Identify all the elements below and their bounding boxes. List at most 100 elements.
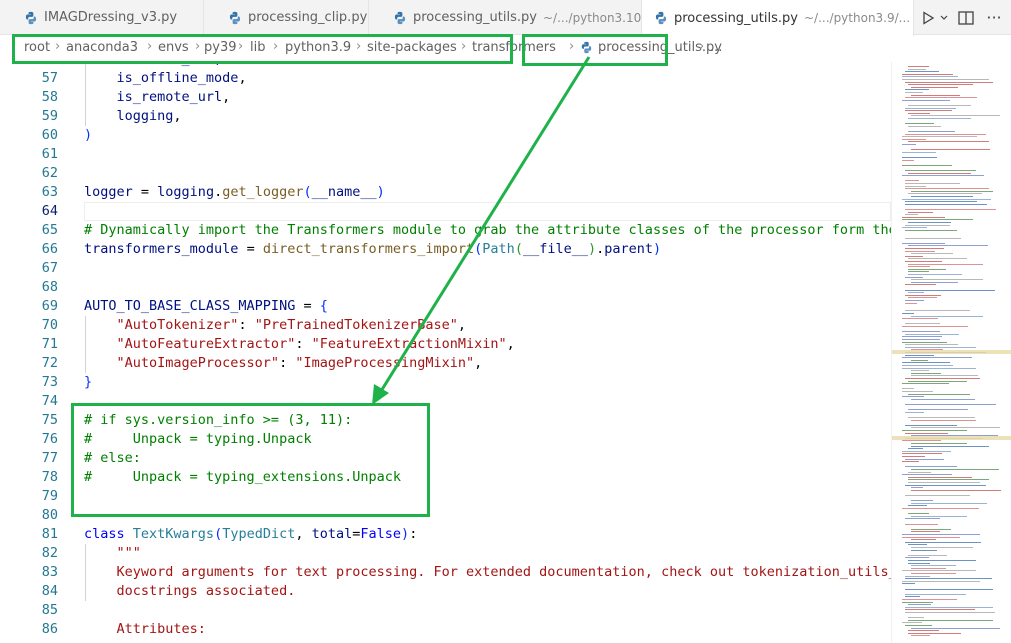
code-token: ,	[222, 89, 231, 105]
minimap-line	[908, 560, 976, 561]
breadcrumb-file-highlight	[522, 34, 668, 66]
code-line[interactable]: 85	[0, 601, 891, 620]
minimap-line	[908, 68, 926, 70]
line-number: 82	[41, 545, 58, 561]
minimap-line	[905, 289, 995, 291]
minimap-line	[908, 141, 989, 143]
minimap-line	[908, 172, 971, 174]
code-line[interactable]: 72 "AutoImageProcessor": "ImageProcessin…	[0, 354, 891, 373]
code-line[interactable]: 59 logging,	[0, 107, 891, 126]
code-token: )	[587, 241, 597, 257]
minimap-line	[908, 263, 983, 265]
code-line[interactable]: 82 """	[0, 544, 891, 563]
line-number: 64	[41, 203, 58, 219]
tab-processing-utils-py310[interactable]: processing_utils.py ~/.../python3.10/...	[369, 0, 642, 35]
code-text: Attributes:	[84, 620, 206, 639]
line-number: 66	[41, 241, 58, 257]
current-line-highlight	[84, 202, 891, 221]
code-line[interactable]: 60)	[0, 126, 891, 145]
minimap-line	[911, 565, 956, 567]
minimap-line	[902, 318, 938, 320]
code-line[interactable]: 66 transformers_module = direct_transform…	[0, 240, 891, 259]
minimap-line	[905, 183, 960, 184]
line-number: 57	[41, 70, 58, 86]
line-number: 61	[41, 146, 58, 162]
minimap-line	[905, 346, 976, 348]
code-token: ,	[457, 317, 467, 333]
code-line[interactable]: 71 "AutoFeatureExtractor": "FeatureExtra…	[0, 335, 891, 354]
minimap-line	[911, 567, 946, 569]
minimap-line	[902, 157, 937, 158]
code-line[interactable]: 68	[0, 278, 891, 297]
minimap-line	[905, 578, 992, 580]
minimap-line	[908, 297, 937, 299]
minimap-line	[905, 575, 930, 577]
minimap-line	[902, 570, 976, 572]
breadcrumb-symbol[interactable]: ...	[710, 40, 722, 55]
code-token: __name__	[311, 184, 377, 200]
tab-processing-utils-py39[interactable]: processing_utils.py ~/.../python3.9/... …	[642, 0, 914, 36]
minimap-line	[908, 84, 973, 86]
minimap-line	[902, 430, 967, 431]
minimap-line	[905, 97, 977, 99]
code-line[interactable]: 83 Keyword arguments for text processing…	[0, 563, 891, 582]
minimap-line	[905, 518, 940, 520]
python-icon	[655, 11, 667, 25]
minimap-line	[902, 534, 980, 535]
code-line[interactable]: 67	[0, 259, 891, 278]
tab-processing-clip[interactable]: processing_clip.py	[204, 0, 369, 35]
code-token: __file__	[522, 241, 588, 257]
chevron-right-icon: ›	[699, 39, 705, 54]
minimap-line	[911, 398, 975, 400]
code-token: logging	[84, 108, 174, 124]
minimap[interactable]	[891, 62, 1011, 643]
minimap-line	[905, 110, 952, 112]
minimap-line	[902, 164, 952, 166]
code-token: ,	[474, 355, 483, 371]
tab-imagdressing[interactable]: IMAGDressing_v3.py	[0, 0, 204, 35]
code-token: class	[84, 526, 125, 542]
code-line[interactable]: 58 is_remote_url,	[0, 88, 891, 107]
code-editor[interactable]: 56 download_url,57 is_offline_mode,58 is…	[0, 62, 891, 643]
run-icon[interactable]	[917, 7, 939, 29]
line-number: 65	[41, 222, 58, 238]
code-line[interactable]: 63 logger = logging.get_logger(__name__)	[0, 183, 891, 202]
chevron-down-icon[interactable]	[939, 7, 949, 29]
code-line[interactable]: 70 "AutoTokenizer": "PreTrainedTokenizer…	[0, 316, 891, 335]
minimap-line	[911, 86, 958, 88]
minimap-line	[905, 523, 938, 525]
code-line[interactable]: 73}	[0, 373, 891, 392]
minimap-line	[911, 502, 987, 504]
minimap-line	[911, 515, 967, 517]
code-line[interactable]: 62	[0, 164, 891, 183]
code-line[interactable]: 57 is_offline_mode,	[0, 69, 891, 88]
minimap-line	[905, 541, 981, 543]
code-line[interactable]: 61	[0, 145, 891, 164]
code-line[interactable]: 84 docstrings associated.	[0, 582, 891, 601]
code-text: "AutoImageProcessor": "ImageProcessingMi…	[84, 354, 483, 373]
code-token: direct_transformers_import	[262, 241, 475, 257]
indent-guide	[85, 544, 86, 601]
minimap-line	[902, 326, 968, 327]
line-number: 77	[41, 450, 58, 466]
more-icon[interactable]: ···	[983, 7, 1005, 29]
line-number: 67	[41, 260, 58, 276]
code-line[interactable]: 81 class TextKwargs(TypedDict, total=Fals…	[0, 525, 891, 544]
code-line[interactable]: 64	[0, 202, 891, 221]
minimap-line	[908, 393, 970, 395]
code-line[interactable]: 69 AUTO_TO_BASE_CLASS_MAPPING = {	[0, 297, 891, 316]
code-token: :	[409, 526, 418, 542]
code-line[interactable]: 86 Attributes:	[0, 620, 891, 639]
python-icon	[25, 11, 37, 24]
code-line[interactable]: 65 # Dynamically import the Transformers …	[0, 221, 891, 240]
minimap-line	[905, 248, 944, 249]
minimap-line	[902, 456, 925, 457]
minimap-line	[908, 617, 924, 619]
minimap-line	[905, 411, 924, 413]
code-token: "AutoImageProcessor"	[84, 355, 280, 371]
minimap-line	[911, 549, 937, 551]
minimap-line	[902, 365, 953, 366]
line-number: 76	[41, 431, 58, 447]
split-editor-icon[interactable]	[955, 7, 977, 29]
